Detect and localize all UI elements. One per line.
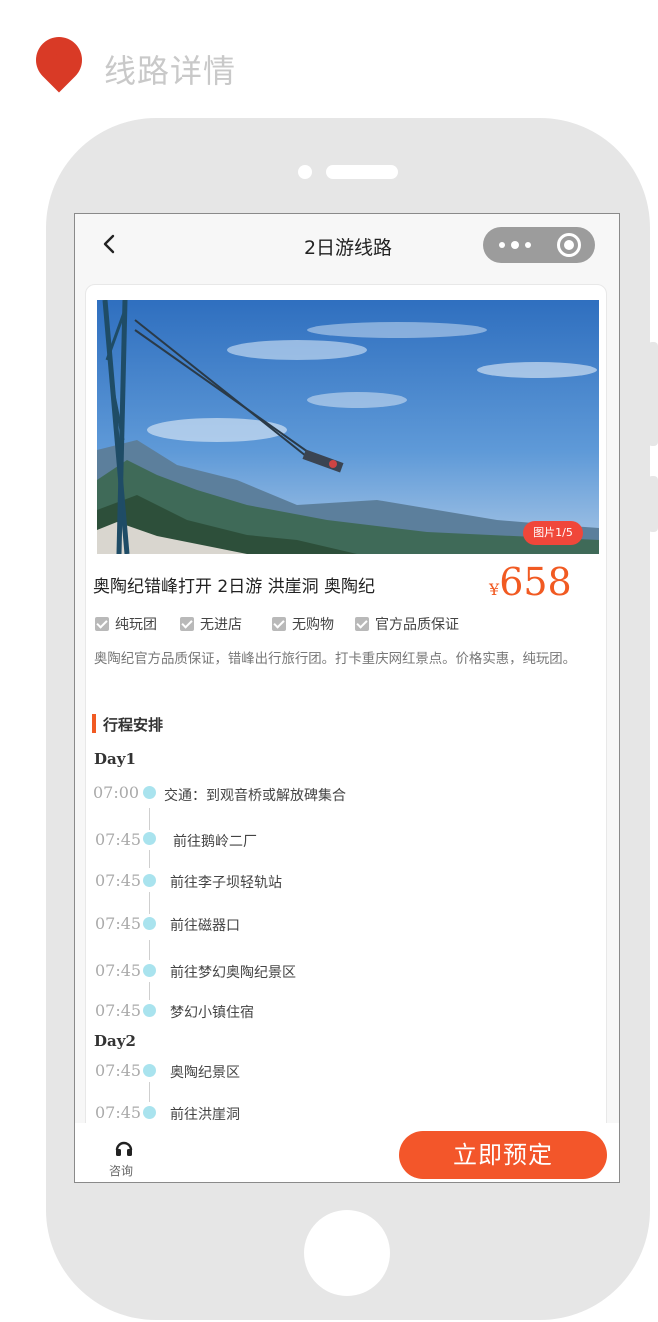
stop-text: 梦幻小镇住宿 [170, 1005, 254, 1021]
stop-time: 07:45 [95, 961, 142, 980]
consult-button[interactable]: 咨询 [109, 1162, 133, 1179]
phone-speaker [326, 165, 398, 179]
capsule-close-icon[interactable] [557, 233, 581, 257]
stop-time: 07:45 [95, 830, 142, 849]
timeline-line [149, 808, 150, 830]
feature-tag-label: 无购物 [292, 617, 334, 633]
stop-time: 07:45 [95, 871, 142, 890]
stop-time: 07:00 [93, 783, 140, 802]
timeline-line [149, 892, 150, 914]
timeline-line [149, 850, 150, 868]
day-label: Day1 [94, 750, 136, 768]
check-icon [355, 617, 369, 631]
check-icon [272, 617, 286, 631]
stop-time: 07:45 [95, 1103, 142, 1122]
day-label: Day2 [94, 1032, 136, 1050]
timeline-line [149, 1082, 150, 1102]
stop-text: 前往磁器口 [170, 918, 240, 934]
phone-screen: 2日游线路 图片1/5 奥陶纪错峰打开 2日游 洪崖洞 奥陶纪 ¥658 纯玩团… [74, 213, 620, 1183]
feature-tag-label: 无进店 [200, 617, 242, 633]
timeline-dot [143, 1004, 156, 1017]
timeline-line [149, 982, 150, 1000]
feature-tag: 无购物 [272, 614, 334, 634]
phone-side-button [648, 342, 658, 446]
swing-scenery-image [97, 300, 599, 554]
phone-home-button[interactable] [304, 1210, 390, 1296]
phone-side-button [648, 476, 658, 532]
feature-tag: 官方品质保证 [355, 614, 459, 634]
timeline-dot [143, 1064, 156, 1077]
timeline-dot [143, 964, 156, 977]
feature-tag: 纯玩团 [95, 614, 157, 634]
check-icon [95, 617, 109, 631]
section-accent-bar [92, 714, 96, 733]
feature-tag-label: 官方品质保证 [375, 617, 459, 633]
timeline-dot [143, 917, 156, 930]
price: ¥658 [489, 560, 572, 604]
feature-tags: 纯玩团 无进店 无购物 官方品质保证 [95, 614, 595, 634]
stop-time: 07:45 [95, 1061, 142, 1080]
stop-text: 奥陶纪景区 [170, 1065, 240, 1081]
stop-text: 前往鹅岭二厂 [173, 834, 257, 850]
trip-title: 奥陶纪错峰打开 2日游 洪崖洞 奥陶纪 [93, 577, 376, 597]
photo-counter-badge: 图片1/5 [523, 521, 583, 545]
capsule-menu [483, 227, 595, 263]
more-dots-icon[interactable] [499, 241, 539, 249]
stop-time: 07:45 [95, 914, 142, 933]
feature-tag: 无进店 [180, 614, 242, 634]
book-now-button[interactable]: 立即预定 [399, 1131, 607, 1179]
phone-camera [298, 165, 312, 179]
bottom-action-bar: 咨询 立即预定 [75, 1123, 619, 1182]
timeline-line [149, 940, 150, 960]
stop-time: 07:45 [95, 1001, 142, 1020]
timeline-dot [143, 874, 156, 887]
price-currency: ¥ [489, 580, 500, 599]
product-description: 奥陶纪官方品质保证，错峰出行旅行团。打卡重庆网红景点。价格实惠，纯玩团。 [94, 652, 577, 667]
check-icon [180, 617, 194, 631]
timeline-dot [143, 786, 156, 799]
feature-tag-label: 纯玩团 [115, 617, 157, 633]
timeline-dot [143, 1106, 156, 1119]
stop-text: 前往洪崖洞 [170, 1107, 240, 1123]
mini-program-navbar: 2日游线路 [75, 214, 619, 274]
itinerary-heading: 行程安排 [103, 716, 164, 734]
timeline-dot [143, 832, 156, 845]
page-title: 线路详情 [104, 52, 237, 90]
stop-text: 交通：到观音桥或解放碑集合 [164, 788, 346, 804]
price-amount: 658 [499, 560, 572, 604]
stop-text: 前往李子坝轻轨站 [170, 875, 282, 891]
map-pin-icon [26, 27, 92, 93]
stop-text: 前往梦幻奥陶纪景区 [170, 965, 296, 981]
product-photo[interactable] [97, 300, 599, 554]
headset-icon[interactable] [115, 1139, 133, 1157]
